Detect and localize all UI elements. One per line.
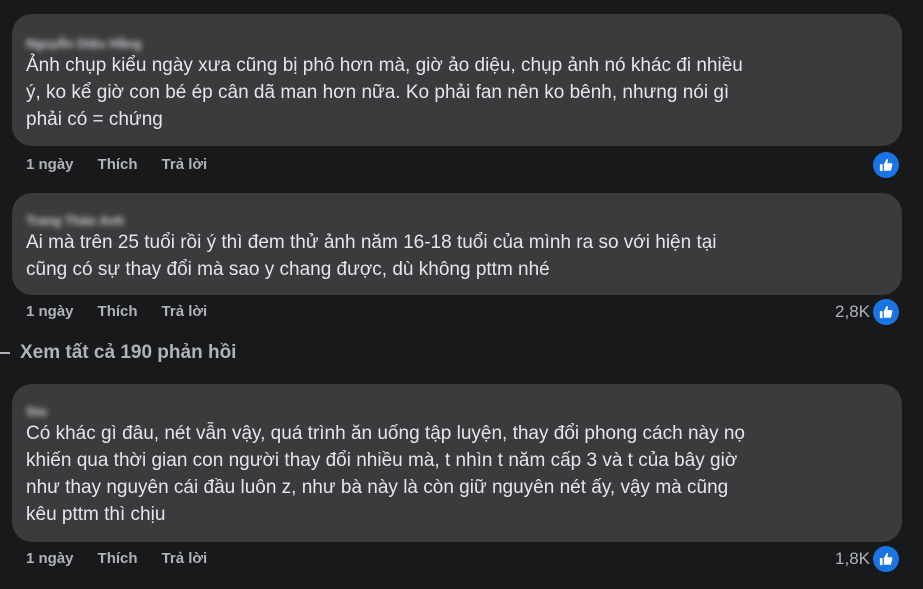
comment-timestamp[interactable]: 1 ngày xyxy=(26,550,74,567)
reply-button[interactable]: Trả lời xyxy=(162,156,208,173)
comment-author[interactable]: Sto xyxy=(26,404,47,419)
reply-button[interactable]: Trả lời xyxy=(162,303,208,320)
comment-timestamp[interactable]: 1 ngày xyxy=(26,156,74,173)
reaction-count: 1,8K xyxy=(835,549,870,568)
comment-actions: 1 ngày Thích Trả lời xyxy=(26,156,231,173)
reaction-summary[interactable]: 1,8K xyxy=(835,546,899,572)
comment-bubble: Sto Có khác gì đâu, nét vẫn vậy, quá trì… xyxy=(12,384,902,542)
reaction-summary[interactable] xyxy=(870,152,899,178)
comment-timestamp[interactable]: 1 ngày xyxy=(26,303,74,320)
like-thumbs-up-icon xyxy=(873,546,899,572)
like-thumbs-up-icon xyxy=(873,299,899,325)
comment-text: Ai mà trên 25 tuổi rồi ý thì đem thử ảnh… xyxy=(26,232,717,280)
comment-actions: 1 ngày Thích Trả lời xyxy=(26,303,231,320)
comment-bubble: Trang Thảo Anh Ai mà trên 25 tuổi rồi ý … xyxy=(12,193,902,295)
like-button[interactable]: Thích xyxy=(98,303,138,320)
reaction-summary[interactable]: 2,8K xyxy=(835,299,899,325)
like-button[interactable]: Thích xyxy=(98,550,138,567)
reaction-count: 2,8K xyxy=(835,302,870,321)
comment-actions: 1 ngày Thích Trả lời xyxy=(26,550,231,567)
comment-text: Có khác gì đâu, nét vẫn vậy, quá trình ă… xyxy=(26,423,745,525)
view-all-replies-link[interactable]: Xem tất cả 190 phản hồi xyxy=(0,342,236,364)
divider xyxy=(0,352,10,354)
reply-button[interactable]: Trả lời xyxy=(162,550,208,567)
like-button[interactable]: Thích xyxy=(98,156,138,173)
comment-bubble: Nguyễn Diệu Hằng Ảnh chụp kiểu ngày xưa … xyxy=(12,14,902,146)
comment-author[interactable]: Nguyễn Diệu Hằng xyxy=(26,36,142,51)
view-replies-label: Xem tất cả 190 phản hồi xyxy=(20,342,237,363)
like-thumbs-up-icon xyxy=(873,152,899,178)
comment-text: Ảnh chụp kiểu ngày xưa cũng bị phô hơn m… xyxy=(26,55,743,130)
comment-author[interactable]: Trang Thảo Anh xyxy=(26,213,124,228)
